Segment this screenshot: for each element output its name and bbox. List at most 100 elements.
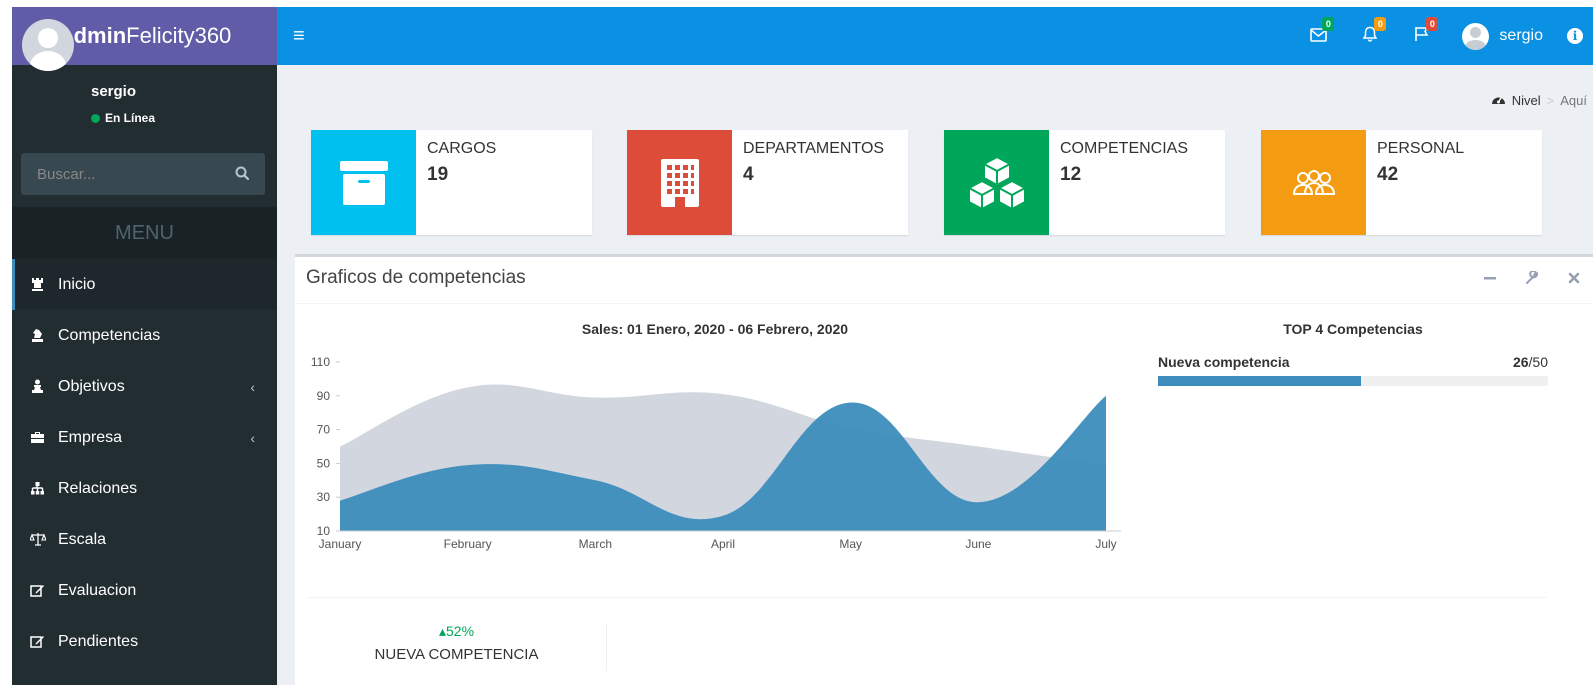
chess-knight-icon	[30, 328, 58, 343]
balance-scale-icon	[30, 532, 58, 547]
top-competencias-title: TOP 4 Competencias	[1283, 321, 1423, 337]
sidebar-item-label: Competencias	[58, 326, 161, 344]
x-tick-label: June	[965, 537, 991, 551]
x-tick-label: January	[319, 537, 362, 551]
progress-value: 26/50	[1513, 354, 1548, 370]
info-box-text: CARGOS	[427, 140, 497, 157]
sidebar-item-relaciones[interactable]: Relaciones	[12, 463, 277, 514]
progress-label: Nueva competencia	[1158, 354, 1290, 370]
sidebar-item-empresa[interactable]: Empresa ‹	[12, 412, 277, 463]
y-tick-label: 110	[311, 355, 330, 369]
flags-button[interactable]: 0	[1396, 7, 1448, 65]
chess-pawn-icon	[30, 379, 58, 394]
x-tick-label: February	[444, 537, 492, 551]
app-frame: AdminFelicity360 sergio En Línea MENU In…	[12, 7, 1593, 685]
sidebar-item-label: Evaluacion	[58, 581, 137, 599]
sidebar-user-name: sergio	[91, 83, 137, 100]
cubes-icon	[944, 130, 1049, 235]
sidebar-item-competencias[interactable]: Competencias	[12, 310, 277, 361]
user-avatar	[22, 19, 74, 71]
info-box-number: 42	[1377, 164, 1399, 185]
sidebar-search	[21, 153, 265, 195]
info-button[interactable]: i	[1557, 7, 1593, 65]
breadcrumb-separator: >	[1546, 93, 1555, 108]
info-box-number: 12	[1060, 164, 1082, 185]
panel-tools	[1483, 270, 1581, 289]
sidebar-item-label: Objetivos	[58, 377, 125, 395]
sidebar-toggle-icon[interactable]: ≡	[293, 25, 305, 48]
briefcase-icon	[30, 430, 58, 445]
notifications-badge: 0	[1374, 17, 1387, 31]
footer-divider	[307, 597, 1547, 598]
info-box-competencias[interactable]: COMPETENCIAS 12	[944, 130, 1225, 235]
info-box-text: PERSONAL	[1377, 140, 1465, 157]
y-tick-label: 10	[317, 524, 331, 538]
progress-total: /50	[1528, 354, 1548, 370]
progress-count: 26	[1512, 354, 1529, 370]
panel-title: Graficos de competencias	[306, 267, 526, 288]
navbar-right: 0 0 0 sergio i	[1292, 7, 1593, 65]
competencias-chart-panel: Graficos de competencias Sales: 01 Enero…	[295, 254, 1593, 685]
sidebar-item-pendientes[interactable]: Pendientes	[12, 616, 277, 667]
wrench-icon[interactable]	[1525, 270, 1539, 289]
info-box-cargos[interactable]: CARGOS 19	[311, 130, 592, 235]
sidebar: AdminFelicity360 sergio En Línea MENU In…	[12, 7, 277, 685]
sitemap-icon	[30, 481, 58, 496]
notifications-button[interactable]: 0	[1344, 7, 1396, 65]
online-dot-icon	[91, 113, 100, 123]
users-icon	[1261, 130, 1366, 235]
info-box-number: 4	[743, 164, 754, 185]
sidebar-item-label: Escala	[58, 530, 107, 548]
progress-row: Nueva competencia 26/50	[1158, 354, 1548, 370]
sidebar-item-escala[interactable]: Escala	[12, 514, 277, 565]
x-tick-label: April	[711, 537, 735, 551]
progress-fill	[1158, 376, 1361, 386]
info-box-text: DEPARTAMENTOS	[743, 140, 885, 157]
close-icon[interactable]	[1567, 271, 1581, 289]
info-box-text: COMPETENCIAS	[1060, 140, 1189, 157]
dashboard-icon	[1491, 93, 1506, 108]
breadcrumb-current: Aquí	[1560, 93, 1587, 108]
edit-icon	[30, 634, 58, 649]
user-status-label: En Línea	[105, 111, 156, 125]
sidebar-menu: Inicio Competencias Objetivos ‹ Empresa	[12, 259, 277, 667]
archive-icon	[311, 130, 416, 235]
navbar-user-name: sergio	[1499, 27, 1543, 44]
search-input[interactable]	[37, 165, 207, 183]
description-percentage-value: 52%	[446, 623, 475, 639]
sidebar-item-objetivos[interactable]: Objetivos ‹	[12, 361, 277, 412]
messages-badge: 0	[1322, 17, 1335, 31]
breadcrumb: Nivel > Aquí	[1491, 93, 1587, 108]
user-status: En Línea	[91, 111, 155, 125]
chevron-left-icon: ‹	[250, 429, 255, 446]
sidebar-item-label: Inicio	[58, 275, 96, 293]
info-icon: i	[1567, 28, 1583, 44]
edit-icon	[30, 583, 58, 598]
info-box-departamentos[interactable]: DEPARTAMENTOS 4	[627, 130, 908, 235]
messages-button[interactable]: 0	[1292, 7, 1344, 65]
description-percentage: ▴52%	[307, 623, 606, 640]
user-menu[interactable]: sergio	[1448, 7, 1557, 65]
x-tick-label: March	[579, 537, 612, 551]
y-tick-label: 30	[317, 490, 331, 504]
breadcrumb-level[interactable]: Nivel	[1512, 93, 1541, 108]
chart-title: Sales: 01 Enero, 2020 - 06 Febrero, 2020	[581, 321, 849, 337]
y-tick-label: 90	[317, 389, 331, 403]
sidebar-item-label: Empresa	[58, 428, 123, 446]
sidebar-item-inicio[interactable]: Inicio	[12, 259, 277, 310]
info-box-personal[interactable]: PERSONAL 42	[1261, 130, 1542, 235]
caret-up-icon: ▴	[438, 623, 446, 639]
y-tick-label: 70	[317, 423, 331, 437]
flags-badge: 0	[1426, 17, 1439, 31]
chevron-left-icon: ‹	[250, 378, 255, 395]
chess-rook-icon	[30, 277, 58, 292]
menu-header: MENU	[12, 207, 277, 259]
search-icon[interactable]	[235, 166, 250, 183]
logo-rest: Felicity360	[126, 23, 232, 48]
sidebar-item-label: Relaciones	[58, 479, 138, 497]
description-block: ▴52% NUEVA COMPETENCIA	[307, 623, 607, 671]
progress-track	[1158, 376, 1548, 386]
minus-icon[interactable]	[1483, 271, 1497, 289]
sidebar-item-label: Pendientes	[58, 632, 139, 650]
sidebar-item-evaluacion[interactable]: Evaluacion	[12, 565, 277, 616]
